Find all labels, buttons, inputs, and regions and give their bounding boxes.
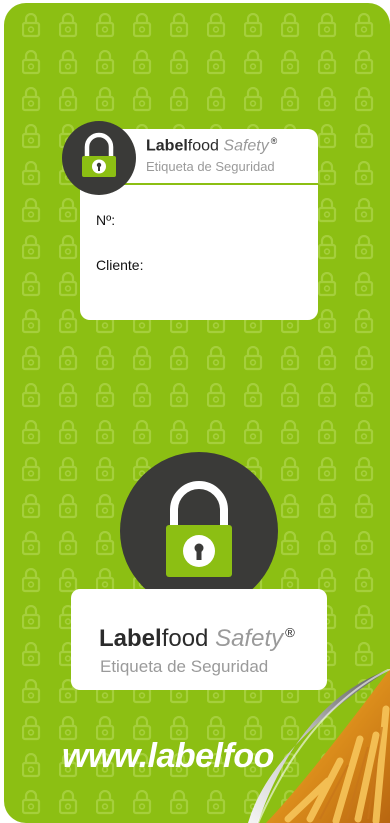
lock-icon — [82, 132, 116, 177]
page-curl — [248, 669, 390, 823]
mini-brand-regular: food — [187, 137, 219, 155]
mini-brand: Labelfood Safety ® — [146, 136, 277, 155]
main-subtitle: Etiqueta de Seguridad — [100, 657, 269, 676]
mini-brand-bold: Label — [146, 137, 188, 155]
website-url: www.labelfoo — [62, 737, 274, 775]
mini-subtitle: Etiqueta de Seguridad — [146, 159, 275, 174]
main-brand: Labelfood Safety ® — [99, 625, 295, 653]
main-lock-badge — [120, 452, 278, 610]
fries-photo — [266, 669, 390, 823]
main-brand-italic: Safety — [215, 625, 284, 652]
main-brand-bold: Label — [99, 625, 162, 652]
mini-lock-badge — [62, 121, 136, 195]
main-registered-mark: ® — [285, 625, 295, 640]
number-field-label: Nº: — [96, 212, 116, 228]
main-brand-regular: food — [161, 625, 209, 652]
mini-registered-mark: ® — [270, 136, 278, 146]
client-field-label: Cliente: — [96, 257, 144, 273]
lock-icon — [166, 481, 232, 577]
mini-brand-italic: Safety — [223, 137, 269, 155]
